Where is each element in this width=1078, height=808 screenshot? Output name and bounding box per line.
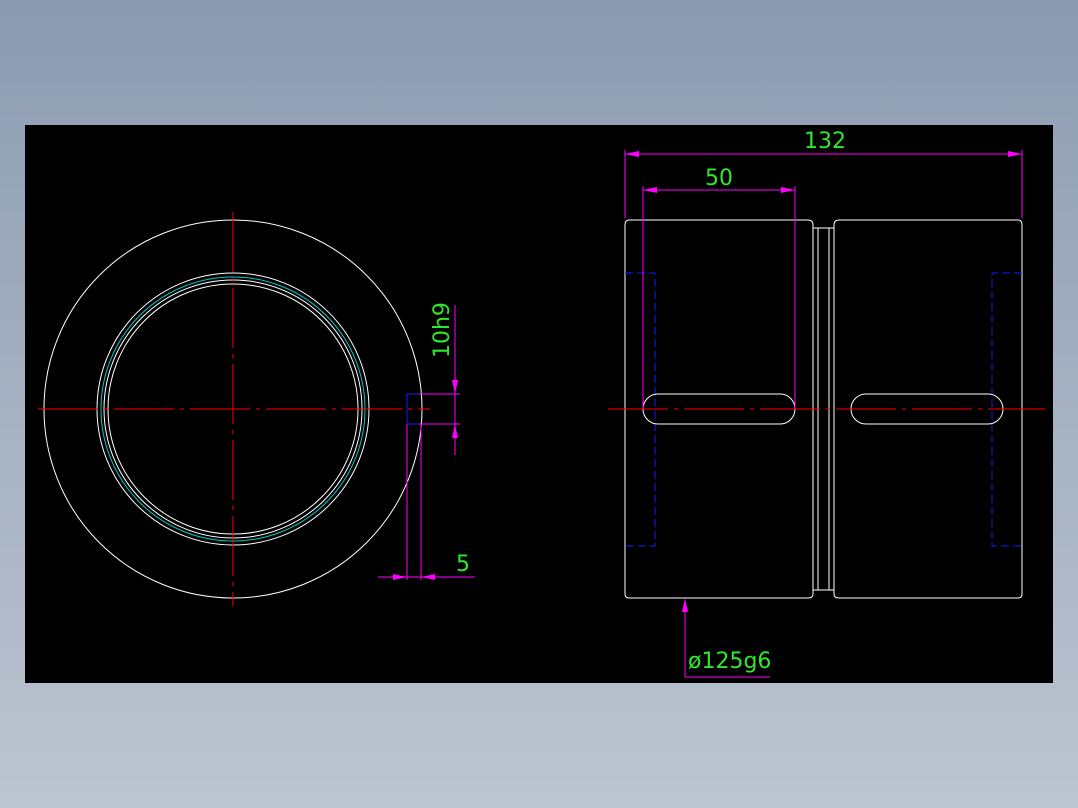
dim-slot-label: 50	[705, 166, 733, 191]
dim-key-width-label: 10h9	[430, 302, 455, 358]
dim-diameter-label: ø125g6	[688, 649, 771, 674]
dim-key-depth-label: 5	[456, 552, 470, 577]
cad-drawing: 10h9 5 132 50 ø125g6	[25, 125, 1053, 683]
dim-length-label: 132	[804, 129, 846, 154]
drawing-area[interactable]	[25, 125, 1053, 683]
